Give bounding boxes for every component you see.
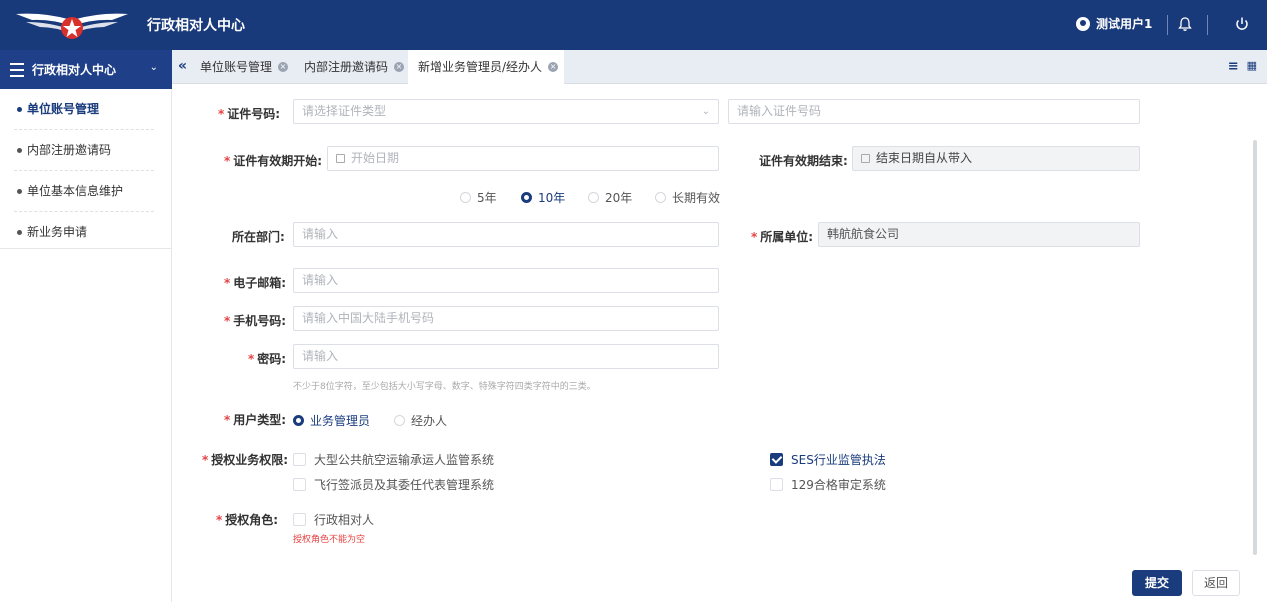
period-radio-20y[interactable]: 20年 xyxy=(588,189,632,206)
permissions-label: * 授权业务权限: xyxy=(202,453,289,467)
role-label: * 授权角色: xyxy=(216,513,279,527)
calendar-icon xyxy=(336,154,345,163)
user-type-radio-operator[interactable]: 经办人 xyxy=(394,412,447,429)
tab-label: 内部注册邀请码 xyxy=(304,60,389,74)
chevron-down-icon: ⌄ xyxy=(701,106,710,117)
logo-emblem-icon xyxy=(16,13,128,39)
password-label: * 密码: xyxy=(248,352,287,366)
tab-label: 单位账号管理 xyxy=(200,60,273,74)
company-label: * 所属单位: xyxy=(751,230,814,244)
close-icon[interactable]: × xyxy=(278,62,289,72)
period-radio-permanent[interactable]: 长期有效 xyxy=(655,189,720,206)
calendar-icon xyxy=(861,154,870,163)
period-radio-10y[interactable]: 10年 xyxy=(521,189,565,206)
sidebar-item-new-business[interactable]: 新业务申请 xyxy=(0,212,172,253)
valid-end-label: 证件有效期结束: xyxy=(759,154,848,168)
id-number-label: * 证件号码: xyxy=(218,107,281,121)
permission-checkbox-129[interactable]: 129合格审定系统 xyxy=(770,476,886,493)
tab-tools: ≡ ▦ xyxy=(1228,59,1257,74)
permission-checkbox-dispatcher[interactable]: 飞行签派员及其委任代表管理系统 xyxy=(293,476,494,493)
permission-checkbox-large-carrier[interactable]: 大型公共航空运输承运人监管系统 xyxy=(293,451,494,468)
chevron-down-icon: ⌄ xyxy=(149,62,158,73)
header-divider xyxy=(1167,15,1168,35)
tab-invite-code[interactable]: 内部注册邀请码 × xyxy=(294,50,410,84)
permission-checkbox-ses[interactable]: SES行业监管执法 xyxy=(770,451,886,468)
user-type-label: * 用户类型: xyxy=(224,413,287,427)
password-input[interactable]: 请输入 xyxy=(293,344,719,369)
valid-start-label: * 证件有效期开始: xyxy=(224,154,323,168)
form-area: * 证件号码: 请选择证件类型 ⌄ 请输入证件号码 * 证件有效期开始: 开始日期 … xyxy=(178,89,1263,602)
sidebar-item-account-management[interactable]: 单位账号管理 xyxy=(0,89,172,130)
email-input[interactable]: 请输入 xyxy=(293,268,719,293)
scrollbar[interactable] xyxy=(1253,140,1257,555)
tab-add-manager[interactable]: 新增业务管理员/经办人 × xyxy=(408,50,565,84)
phone-label: * 手机号码: xyxy=(224,314,287,328)
sidebar-title: 行政相对人中心 xyxy=(32,63,117,77)
role-checkbox-administrative[interactable]: 行政相对人 xyxy=(293,511,374,528)
tab-account-management[interactable]: 单位账号管理 × xyxy=(190,50,294,84)
user-name: 测试用户1 xyxy=(1096,17,1153,31)
sidebar-header[interactable]: 行政相对人中心 ⌄ xyxy=(0,50,172,89)
top-header: 行政相对人中心 测试用户1 xyxy=(0,0,1267,50)
user-type-radio-manager[interactable]: 业务管理员 xyxy=(293,412,370,429)
password-hint: 不少于8位字符，至少包括大小写字母、数字、特殊字符四类字符中的三类。 xyxy=(293,382,596,392)
sidebar-item-company-info[interactable]: 单位基本信息维护 xyxy=(0,171,172,212)
tab-label: 新增业务管理员/经办人 xyxy=(418,60,543,74)
role-error-message: 授权角色不能为空 xyxy=(293,535,366,545)
email-label: * 电子邮箱: xyxy=(224,276,287,290)
collapse-sidebar-icon[interactable]: « xyxy=(178,58,187,74)
company-field: 韩航航食公司 xyxy=(818,222,1140,247)
header-divider xyxy=(1207,15,1208,35)
close-icon[interactable]: × xyxy=(394,62,405,72)
phone-input[interactable]: 请输入中国大陆手机号码 xyxy=(293,306,719,331)
sidebar: 单位账号管理 内部注册邀请码 单位基本信息维护 新业务申请 xyxy=(0,89,172,602)
tab-list-icon[interactable]: ≡ xyxy=(1228,59,1239,74)
close-icon[interactable]: × xyxy=(548,62,559,72)
user-icon xyxy=(1076,16,1090,31)
sidebar-menu: 单位账号管理 内部注册邀请码 单位基本信息维护 新业务申请 xyxy=(0,89,172,249)
user-menu[interactable]: 测试用户1 xyxy=(1076,15,1152,32)
power-icon[interactable] xyxy=(1230,12,1254,36)
id-number-input[interactable]: 请输入证件号码 xyxy=(728,99,1140,124)
sidebar-item-invite-code[interactable]: 内部注册邀请码 xyxy=(0,130,172,171)
valid-start-date-picker[interactable]: 开始日期 xyxy=(327,146,719,171)
bell-icon[interactable] xyxy=(1173,12,1197,36)
back-button[interactable]: 返回 xyxy=(1192,570,1240,596)
valid-end-date-picker: 结束日期自从带入 xyxy=(852,146,1140,171)
hamburger-menu-icon xyxy=(10,62,24,77)
period-radio-5y[interactable]: 5年 xyxy=(460,189,497,206)
id-type-select[interactable]: 请选择证件类型 ⌄ xyxy=(293,99,719,124)
fullscreen-icon[interactable]: ▦ xyxy=(1247,59,1257,74)
department-input[interactable]: 请输入 xyxy=(293,222,719,247)
tab-bar: « 单位账号管理 × 内部注册邀请码 × 新增业务管理员/经办人 × ≡ ▦ xyxy=(172,50,1267,84)
app-title: 行政相对人中心 xyxy=(147,18,245,34)
department-label: 所在部门: xyxy=(232,230,285,244)
submit-button[interactable]: 提交 xyxy=(1132,570,1182,596)
